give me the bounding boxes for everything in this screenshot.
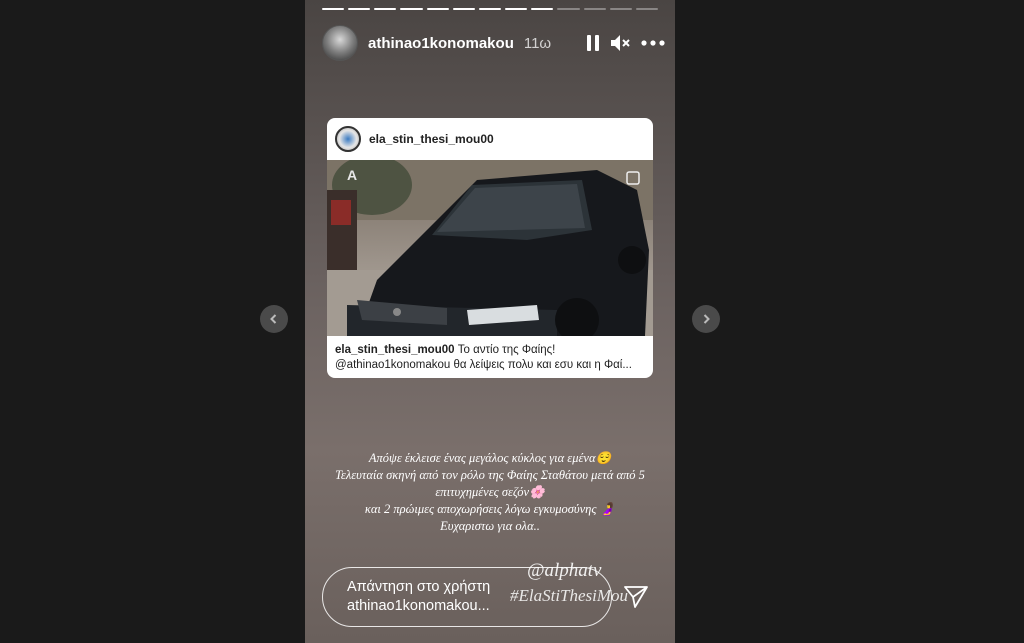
- shared-post-card[interactable]: ela_stin_thesi_mou00 A ela_stin_thesi_mo…: [327, 118, 653, 378]
- car-photo: A: [327, 160, 653, 336]
- reply-placeholder-line-1: Απάντηση στο χρήστη: [347, 579, 491, 595]
- shared-post-caption: ela_stin_thesi_mou00 Το αντίο της Φαίης!…: [327, 336, 653, 378]
- progress-segment: [322, 8, 345, 10]
- progress-segment: [348, 8, 371, 10]
- chevron-left-icon: [270, 314, 277, 324]
- story-time: 11ω: [523, 34, 552, 52]
- avatar[interactable]: [322, 25, 358, 61]
- svg-text:A: A: [347, 167, 357, 183]
- pause-icon: [587, 35, 599, 51]
- mute-button[interactable]: [609, 33, 631, 53]
- next-story-button[interactable]: [692, 305, 720, 333]
- story-text-line: Ευχαριστω για ολα..: [440, 519, 540, 533]
- story-text-line: Απόψε έκλεισε ένας μεγάλος κύκλος για εμ…: [368, 451, 612, 465]
- pause-button[interactable]: [582, 33, 604, 53]
- send-button[interactable]: [623, 585, 649, 609]
- story-text-line: επιτυχημένες σεζόν🌸: [435, 485, 545, 499]
- story-text-line: και 2 πρώιμες αποχωρήσεις λόγω εγκυμοσύν…: [364, 502, 616, 516]
- volume-mute-icon: [611, 35, 630, 51]
- progress-segment: [531, 8, 554, 10]
- story-viewer: athinao1konomakou 11ω ela_stin_thesi_mou…: [0, 0, 1024, 643]
- shared-post-header: ela_stin_thesi_mou00: [327, 118, 653, 160]
- story-username[interactable]: athinao1konomakou: [368, 35, 514, 52]
- story-frame[interactable]: athinao1konomakou 11ω ela_stin_thesi_mou…: [305, 0, 675, 643]
- story-progress: [322, 8, 659, 10]
- progress-segment: [452, 8, 475, 10]
- reply-input[interactable]: Απάντηση στο χρήστη athinao1konomakou...: [322, 567, 612, 627]
- chevron-right-icon: [703, 314, 710, 324]
- progress-segment: [609, 8, 632, 10]
- shared-post-username[interactable]: ela_stin_thesi_mou00: [369, 132, 494, 146]
- progress-segment: [400, 8, 423, 10]
- shared-post-photo: A: [327, 160, 653, 336]
- caption-line-2: @athinao1konomakou θα λείψεις πολυ και ε…: [335, 359, 632, 371]
- send-icon: [624, 586, 648, 608]
- progress-segment: [478, 8, 502, 10]
- progress-segment: [505, 8, 528, 10]
- progress-segment: [374, 8, 397, 10]
- story-text-line: Τελευταία σκηνή από τον ρόλο της Φαίης Σ…: [335, 468, 645, 482]
- story-header: athinao1konomakou 11ω: [322, 24, 665, 62]
- progress-segment: [583, 8, 606, 10]
- shared-post-avatar: [335, 126, 361, 152]
- previous-story-button[interactable]: [260, 305, 288, 333]
- more-options-button[interactable]: [640, 33, 666, 53]
- progress-segment: [557, 8, 580, 10]
- story-text-overlay: Απόψε έκλεισε ένας μεγάλος κύκλος για εμ…: [305, 450, 675, 535]
- caption-text: Το αντίο της Φαίης!: [457, 344, 556, 356]
- reply-placeholder-line-2: athinao1konomakou...: [347, 598, 490, 614]
- progress-segment: [635, 8, 659, 10]
- more-icon: [641, 40, 665, 46]
- progress-segment: [426, 8, 449, 10]
- caption-username[interactable]: ela_stin_thesi_mou00: [335, 344, 455, 356]
